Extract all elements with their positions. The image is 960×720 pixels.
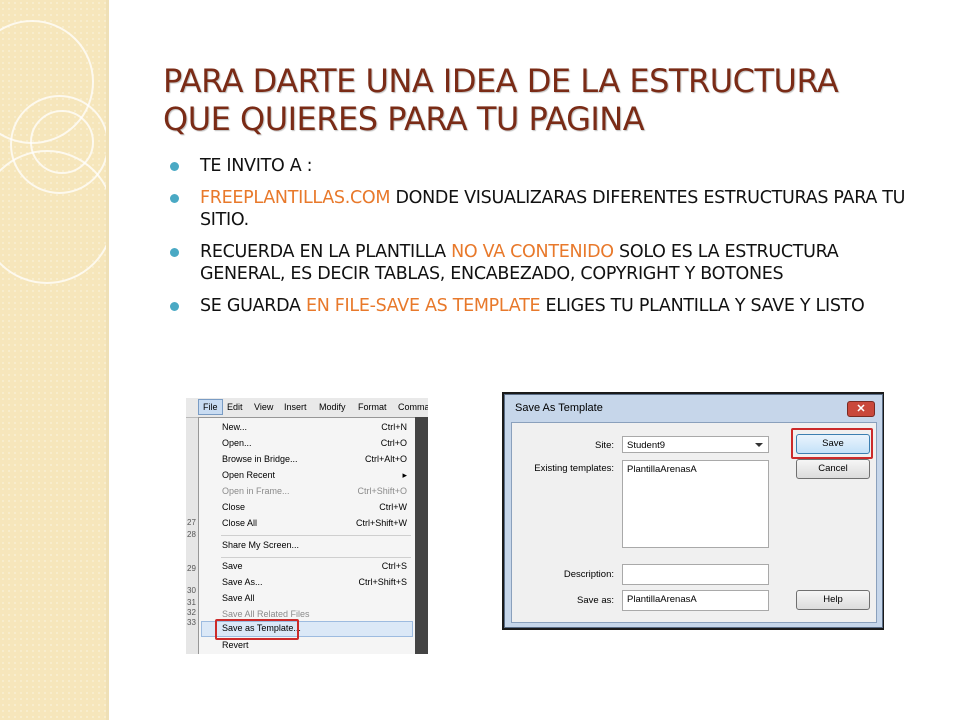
bullet-highlight: EN FILE-SAVE AS TEMPLATE xyxy=(305,296,541,316)
decorative-ring xyxy=(30,110,94,174)
bullet-text: ELIGES TU PLANTILLA Y SAVE Y LISTO xyxy=(540,296,865,316)
decorative-side-panel xyxy=(0,0,114,720)
bullet-highlight-link[interactable]: FREEPLANTILLAS.COM xyxy=(200,188,391,208)
help-button[interactable]: Help xyxy=(796,590,870,610)
line-number: 28 xyxy=(187,530,196,539)
submenu-arrow-icon: ▸ xyxy=(402,470,407,480)
menu-separator xyxy=(221,557,411,558)
site-select-value: Student9 xyxy=(627,440,666,451)
bullet-dot-icon xyxy=(170,194,179,203)
menu-item-revert[interactable]: Revert xyxy=(222,639,407,653)
save-as-input[interactable]: PlantillaArenasA xyxy=(622,590,769,611)
save-as-label: Save as: xyxy=(577,595,614,606)
menu-item-save-all[interactable]: Save All xyxy=(222,592,407,606)
bullet-dot-icon xyxy=(170,302,179,311)
callout-highlight-box xyxy=(791,428,873,459)
list-item[interactable]: PlantillaArenasA xyxy=(627,464,697,475)
bullet-item: TE INVITO A : xyxy=(170,155,910,177)
side-panel-edge xyxy=(106,0,109,720)
bullet-text: TE INVITO A : xyxy=(200,156,313,176)
slide-title-line1: PARA DARTE UNA IDEA DE LA ESTRUCTURA xyxy=(163,62,839,100)
bullet-highlight: NO VA CONTENIDO xyxy=(451,242,614,262)
menu-modify[interactable]: Modify xyxy=(319,402,346,412)
site-select[interactable]: Student9 xyxy=(622,436,769,453)
bullet-item: SE GUARDA EN FILE-SAVE AS TEMPLATE ELIGE… xyxy=(170,295,910,317)
line-number: 32 xyxy=(187,608,196,617)
menu-item-save[interactable]: Save Ctrl+S xyxy=(222,560,407,574)
description-label: Description: xyxy=(563,569,614,580)
line-number: 27 xyxy=(187,518,196,527)
menu-item-open-recent[interactable]: Open Recent ▸ xyxy=(222,469,407,483)
line-number: 29 xyxy=(187,564,196,573)
menu-insert[interactable]: Insert xyxy=(284,402,307,412)
save-as-value: PlantillaArenasA xyxy=(627,594,697,605)
bullet-dot-icon xyxy=(170,162,179,171)
dialog-title: Save As Template xyxy=(515,402,603,414)
menu-bar: File Edit View Insert Modify Format Comm… xyxy=(186,398,428,418)
menu-commands[interactable]: Comma xyxy=(398,402,428,412)
site-label: Site: xyxy=(594,440,614,451)
callout-highlight-box xyxy=(215,619,299,640)
menu-item-browse-bridge[interactable]: Browse in Bridge... Ctrl+Alt+O xyxy=(222,453,407,467)
save-as-template-dialog-screenshot: Save As Template ✕ Site: Student9 Existi… xyxy=(502,392,884,630)
existing-templates-label: Existing templates: xyxy=(534,463,614,474)
bullet-dot-icon xyxy=(170,248,179,257)
editor-background xyxy=(415,417,428,654)
chevron-down-icon xyxy=(755,443,763,447)
menu-edit[interactable]: Edit xyxy=(227,402,243,412)
line-number: 31 xyxy=(187,598,196,607)
slide-title-line2: QUE QUIERES PARA TU PAGINA xyxy=(163,100,645,138)
description-input[interactable] xyxy=(622,564,769,585)
existing-templates-list[interactable]: PlantillaArenasA xyxy=(622,460,769,548)
menu-item-save-as[interactable]: Save As... Ctrl+Shift+S xyxy=(222,576,407,590)
bullet-item: FREEPLANTILLAS.COM DONDE VISUALIZARAS DI… xyxy=(170,187,910,231)
menu-item-close-all[interactable]: Close All Ctrl+Shift+W xyxy=(222,517,407,531)
menu-item-open[interactable]: Open... Ctrl+O xyxy=(222,437,407,451)
menu-view[interactable]: View xyxy=(254,402,273,412)
line-number: 30 xyxy=(187,586,196,595)
dialog-body: Site: Student9 Existing templates: Plant… xyxy=(511,422,877,623)
menu-item-open-in-frame: Open in Frame... Ctrl+Shift+O xyxy=(222,486,407,496)
file-menu-screenshot: File Edit View Insert Modify Format Comm… xyxy=(186,398,428,654)
close-icon[interactable]: ✕ xyxy=(847,401,875,417)
menu-file[interactable]: File xyxy=(198,399,223,415)
bullet-text: RECUERDA EN LA PLANTILLA xyxy=(200,242,452,262)
menu-item-new[interactable]: New... Ctrl+N xyxy=(222,421,407,435)
menu-item-share-screen[interactable]: Share My Screen... xyxy=(222,539,407,553)
bullet-item: RECUERDA EN LA PLANTILLA NO VA CONTENIDO… xyxy=(170,241,910,285)
bullet-text: SE GUARDA xyxy=(200,296,306,316)
bullet-list: TE INVITO A : FREEPLANTILLAS.COM DONDE V… xyxy=(170,155,910,327)
line-number: 33 xyxy=(187,618,196,627)
slide-title: PARA DARTE UNA IDEA DE LA ESTRUCTURA QUE… xyxy=(163,62,923,138)
dialog-window: Save As Template ✕ Site: Student9 Existi… xyxy=(504,394,883,628)
cancel-button[interactable]: Cancel xyxy=(796,459,870,479)
menu-separator xyxy=(221,535,411,536)
menu-format[interactable]: Format xyxy=(358,402,387,412)
menu-item-close[interactable]: Close Ctrl+W xyxy=(222,501,407,515)
